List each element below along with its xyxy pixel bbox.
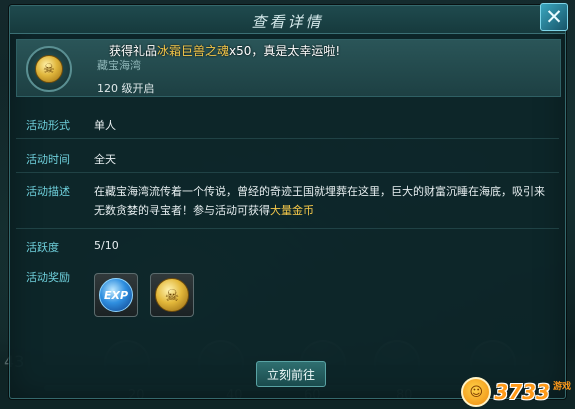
dialog-titlebar: 查看详情 xyxy=(10,6,565,34)
divider xyxy=(16,138,559,139)
notice-prefix: 获得礼品 xyxy=(109,44,158,58)
event-detail-dialog: 查看详情 ✕ ☠ 藏宝海湾 120 级开启 获得礼品冰霜巨兽之魂x50，真是太幸… xyxy=(9,3,568,399)
reward-label: 活动奖励 xyxy=(26,271,70,284)
mascot-logo-icon: ☺ xyxy=(461,377,492,407)
site-watermark: ☺ 3733 游戏 xyxy=(461,377,571,407)
notice-item: 冰霜巨兽之魂 xyxy=(157,44,230,58)
go-now-button[interactable]: 立刻前往 xyxy=(256,361,326,387)
event-level-requirement: 120 级开启 xyxy=(97,82,155,95)
watermark-sub: 游戏 xyxy=(552,382,571,392)
form-label: 活动形式 xyxy=(26,119,70,132)
exp-orb-icon: EXP xyxy=(99,278,133,312)
watermark-brand: 3733 xyxy=(494,380,550,404)
divider xyxy=(16,172,559,173)
form-value: 单人 xyxy=(94,119,116,132)
desc-highlight: 大量金币 xyxy=(270,204,314,217)
event-name: 藏宝海湾 xyxy=(97,59,141,72)
reward-notification: 获得礼品冰霜巨兽之魂x50，真是太幸运啦! xyxy=(109,42,340,59)
dialog-title: 查看详情 xyxy=(251,13,324,31)
divider xyxy=(16,228,559,229)
event-description: 在藏宝海湾流传着一个传说，曾经的奇迹王国就埋葬在这里，巨大的财富沉睡在海底，吸引… xyxy=(94,182,554,220)
close-icon: ✕ xyxy=(545,4,563,29)
time-value: 全天 xyxy=(94,153,116,166)
reward-slot-gold[interactable]: ☠ xyxy=(150,273,194,317)
activity-value: 5/10 xyxy=(94,239,119,252)
desc-label: 活动描述 xyxy=(26,185,70,198)
close-button[interactable]: ✕ xyxy=(540,3,568,31)
gold-coin-icon: ☠ xyxy=(155,278,189,312)
activity-label: 活跃度 xyxy=(26,241,59,254)
notice-count: x50 xyxy=(229,44,252,58)
time-label: 活动时间 xyxy=(26,153,70,166)
gold-coin-icon: ☠ xyxy=(35,55,63,83)
desc-text: 在藏宝海湾流传着一个传说，曾经的奇迹王国就埋葬在这里，巨大的财富沉睡在海底，吸引… xyxy=(94,185,545,217)
notice-suffix: ，真是太幸运啦! xyxy=(251,44,341,58)
event-icon-slot: ☠ xyxy=(26,46,72,92)
reward-slot-exp[interactable]: EXP xyxy=(94,273,138,317)
